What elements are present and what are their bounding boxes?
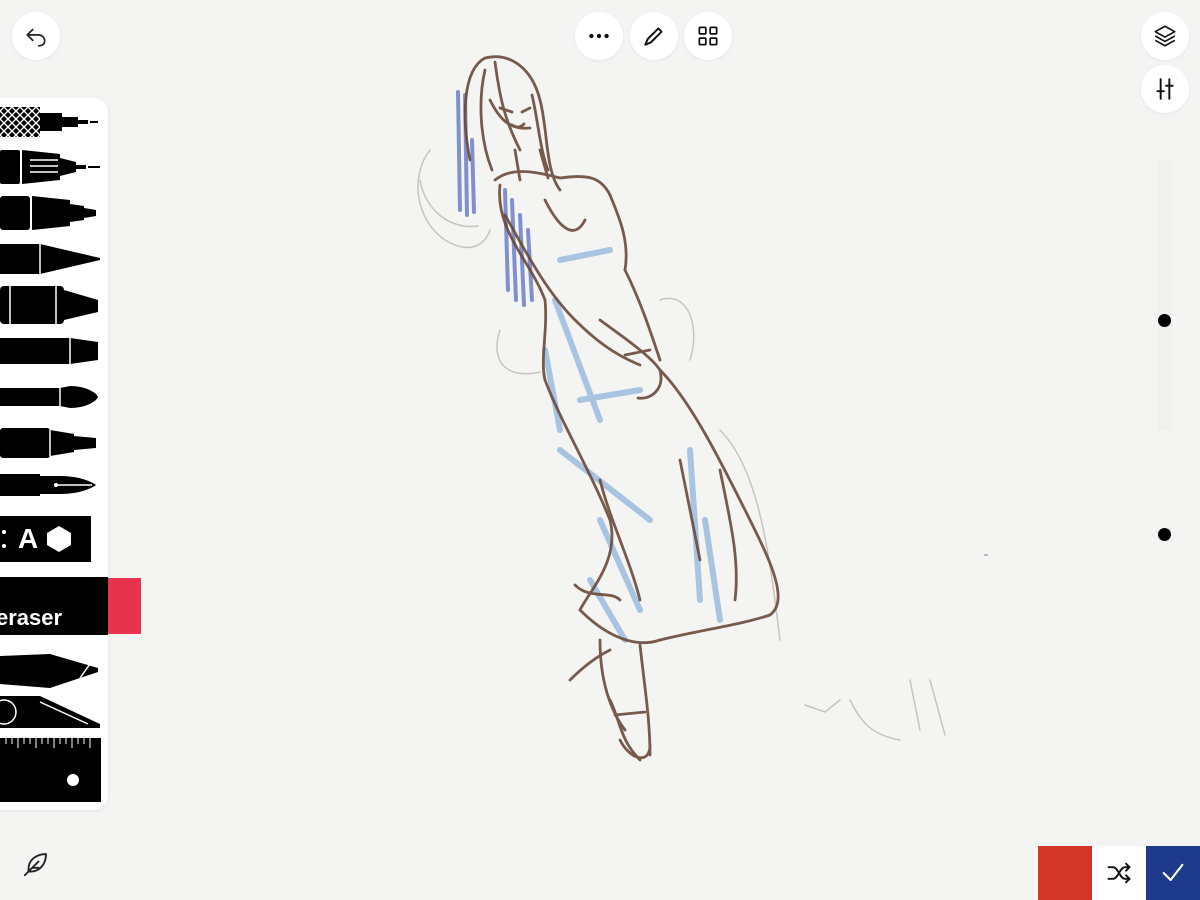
tool-ruler[interactable]: [0, 738, 101, 802]
sliders-icon: [1156, 78, 1174, 100]
felt-tip-icon: [0, 338, 98, 364]
tool-cut-fill[interactable]: [0, 694, 108, 736]
hexagon-icon: [47, 526, 72, 552]
tool-palette: A eraser: [0, 98, 108, 810]
shapes-fragment-icon: [2, 530, 6, 548]
shuffle-color-button[interactable]: [1092, 846, 1146, 900]
eraser-active-indicator: [108, 578, 141, 634]
tool-smudge[interactable]: [0, 650, 108, 692]
drawing-canvas[interactable]: [0, 0, 1200, 900]
smudge-icon: [0, 654, 98, 688]
fountain-pen-icon: [0, 474, 96, 496]
tool-marker[interactable]: [0, 192, 108, 234]
layers-button[interactable]: [1141, 12, 1189, 60]
confirm-button[interactable]: [1146, 846, 1200, 900]
checkmark-icon: [1162, 863, 1184, 882]
eraser-label: eraser: [0, 605, 63, 630]
ellipsis-icon: [589, 33, 609, 39]
tool-fountain-pen[interactable]: [0, 464, 108, 506]
brush-size-slider[interactable]: [1158, 160, 1172, 430]
crosshatch-pen-icon: [0, 107, 98, 137]
draw-mode-button[interactable]: [630, 12, 678, 60]
gallery-button[interactable]: [684, 12, 732, 60]
layers-icon: [1154, 25, 1176, 47]
brush-settings-button[interactable]: [16, 844, 56, 884]
tool-chisel-marker[interactable]: [0, 284, 108, 326]
tool-eraser[interactable]: eraser: [0, 577, 108, 635]
more-options-button[interactable]: [575, 12, 623, 60]
tool-technical-pen[interactable]: [0, 146, 108, 188]
feather-icon: [23, 853, 47, 877]
tool-text-shapes[interactable]: A: [0, 516, 91, 562]
brush-icon: [0, 386, 98, 408]
current-color-swatch[interactable]: [1038, 846, 1092, 900]
undo-arrow-icon: [26, 28, 46, 47]
slider-handle-bottom[interactable]: [1158, 528, 1171, 541]
pencil-icon: [644, 27, 663, 46]
grid-icon: [698, 26, 718, 46]
chisel-marker-icon: [0, 286, 98, 324]
tool-fineliner[interactable]: [0, 422, 108, 464]
undo-button[interactable]: [12, 12, 60, 60]
tool-crosshatch-pen[interactable]: [0, 102, 108, 142]
adjustments-button[interactable]: [1141, 65, 1189, 113]
marker-icon: [0, 196, 96, 230]
fineliner-icon: [0, 428, 96, 458]
technical-pen-icon: [0, 150, 100, 184]
shuffle-icon: [1107, 862, 1131, 884]
tool-pencil[interactable]: [0, 238, 108, 280]
sketch-illustration: [417, 55, 988, 762]
tool-brush[interactable]: [0, 376, 108, 418]
slider-handle-top[interactable]: [1158, 314, 1171, 327]
cut-fill-icon: [0, 696, 100, 728]
pencil-tool-icon: [0, 244, 100, 274]
ruler-icon: [5, 738, 91, 786]
tool-felt-tip[interactable]: [0, 330, 108, 372]
text-tool-letter: A: [18, 523, 39, 554]
